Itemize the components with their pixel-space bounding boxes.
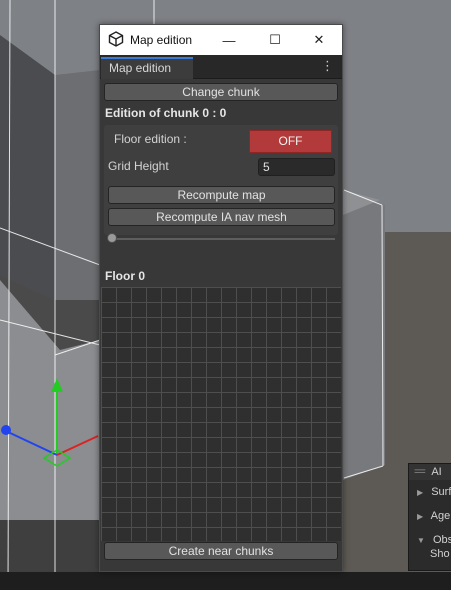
grid-height-label: Grid Height xyxy=(108,159,169,173)
recompute-map-button[interactable]: Recompute map xyxy=(108,186,335,204)
maximize-icon: ☐ xyxy=(269,32,281,47)
minimize-icon: — xyxy=(222,32,236,48)
maximize-button[interactable]: ☐ xyxy=(252,25,298,55)
grip-icon: == xyxy=(414,466,426,478)
floor-slider[interactable] xyxy=(110,238,335,240)
floor-grid[interactable] xyxy=(101,287,341,541)
chunk-heading: Edition of chunk 0 : 0 xyxy=(105,106,227,120)
expand-triangle-icon: ▶ xyxy=(417,488,424,497)
window-titlebar[interactable]: Map edition — ☐ ✕ xyxy=(100,25,342,55)
status-bar xyxy=(0,572,451,590)
close-button[interactable]: ✕ xyxy=(296,25,342,55)
floor-slider-thumb[interactable] xyxy=(107,233,117,243)
grid-height-field[interactable]: 5 xyxy=(258,158,335,176)
map-edition-window: Map edition — ☐ ✕ Map edition ⋮ Change c… xyxy=(99,24,343,572)
ai-row-label: Age xyxy=(430,510,451,522)
recompute-ia-nav-mesh-button[interactable]: Recompute IA nav mesh xyxy=(108,208,335,226)
ai-row-surf[interactable]: ▶ Surf xyxy=(409,480,451,504)
ai-row-label: Obs xyxy=(432,534,451,546)
ai-panel-header[interactable]: == AI xyxy=(409,464,451,480)
create-near-chunks-button[interactable]: Create near chunks xyxy=(104,542,338,560)
ai-panel-title: AI xyxy=(431,466,442,478)
floor-heading: Floor 0 xyxy=(105,269,146,283)
ai-subrow[interactable]: Sho xyxy=(409,546,451,562)
ai-panel: == AI ▶ Surf ▶ Age ▼ Obs Sho xyxy=(408,463,451,571)
floor-edition-toggle[interactable]: OFF xyxy=(249,130,332,153)
collapse-triangle-icon: ▼ xyxy=(417,536,425,545)
ai-row-label: Surf xyxy=(431,486,451,498)
expand-triangle-icon: ▶ xyxy=(417,512,424,521)
kebab-menu-icon[interactable]: ⋮ xyxy=(321,59,334,73)
change-chunk-button[interactable]: Change chunk xyxy=(104,83,338,101)
tab-bar: Map edition ⋮ xyxy=(100,55,342,79)
window-title: Map edition xyxy=(130,33,193,47)
floor-edition-label: Floor edition : xyxy=(114,132,187,146)
ai-row-age[interactable]: ▶ Age xyxy=(409,504,451,528)
tab-map-edition[interactable]: Map edition xyxy=(101,57,193,79)
close-icon: ✕ xyxy=(313,32,325,47)
minimize-button[interactable]: — xyxy=(206,25,252,55)
unity-logo-icon xyxy=(108,31,124,47)
